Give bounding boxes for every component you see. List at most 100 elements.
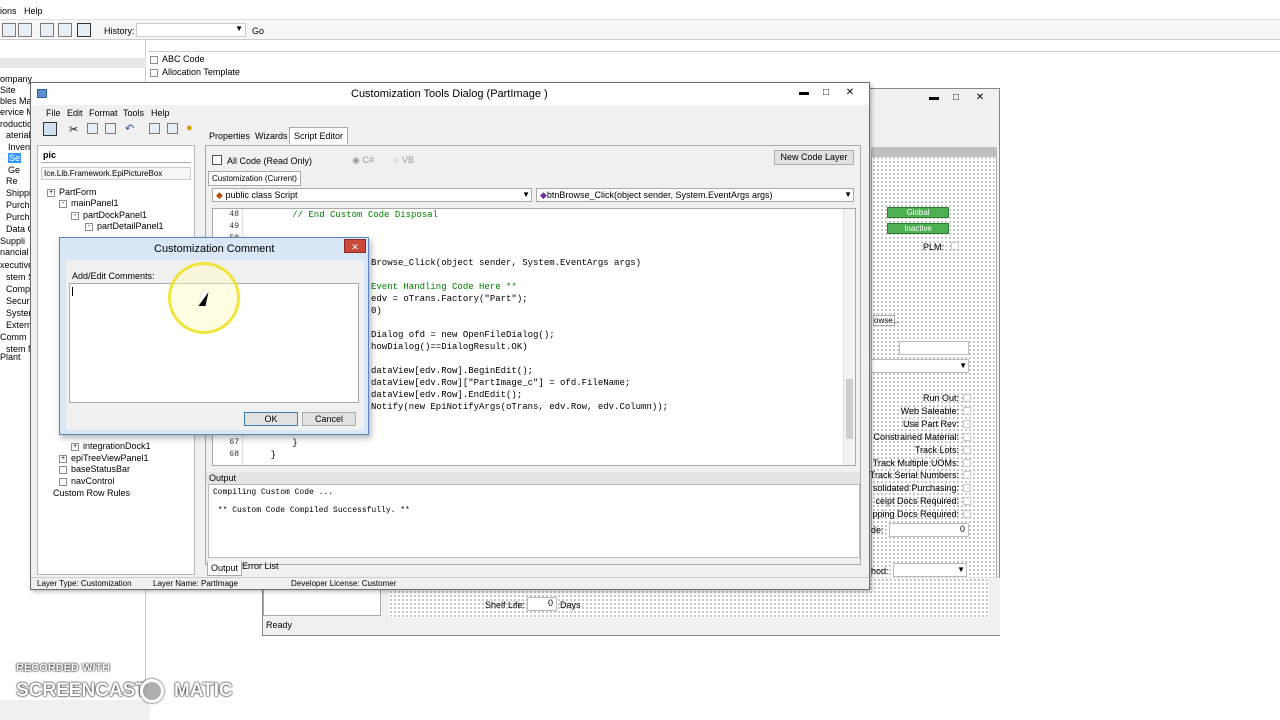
- plm-checkbox[interactable]: [951, 242, 959, 250]
- browse-button-fragment[interactable]: owse...: [873, 315, 899, 326]
- cut-icon[interactable]: ✂: [69, 123, 78, 136]
- de-field[interactable]: 0: [889, 523, 969, 537]
- preview-icon[interactable]: [167, 123, 178, 134]
- maximize-button[interactable]: □: [947, 91, 965, 105]
- close-button[interactable]: ✕: [344, 239, 366, 253]
- left-nav-item[interactable]: Invent: [8, 142, 33, 152]
- menu-item-help[interactable]: Help: [24, 6, 43, 16]
- ok-button[interactable]: OK: [244, 412, 298, 426]
- tree-node[interactable]: - mainPanel1: [59, 198, 119, 209]
- toolbar-icon-4[interactable]: [58, 23, 72, 37]
- app-menubar: ions Help: [0, 0, 1280, 20]
- left-nav-item[interactable]: xecutive: [0, 260, 33, 270]
- tab-output[interactable]: Output: [207, 561, 243, 576]
- paste-icon[interactable]: [105, 123, 116, 134]
- output-title: Output: [206, 472, 860, 484]
- chevron-down-icon: ▼: [959, 361, 967, 370]
- left-nav-item[interactable]: Ge: [8, 165, 20, 175]
- tree-node[interactable]: + integrationDock1: [71, 441, 151, 452]
- new-code-layer-button[interactable]: New Code Layer: [774, 150, 854, 165]
- left-nav-item[interactable]: Re: [6, 176, 18, 186]
- cancel-button[interactable]: Cancel: [302, 412, 356, 426]
- left-nav-item[interactable]: Se: [8, 153, 22, 163]
- left-nav-item[interactable]: Comm: [0, 332, 27, 342]
- toolbar-icon-2[interactable]: [18, 23, 32, 37]
- go-button[interactable]: Go: [252, 26, 264, 36]
- save-icon[interactable]: [43, 122, 57, 136]
- hod-dropdown[interactable]: ▼: [893, 563, 967, 577]
- tab-customization-current[interactable]: Customization (Current): [208, 171, 301, 186]
- tab-properties[interactable]: Properties: [207, 131, 252, 141]
- left-nav-item[interactable]: Securi: [6, 296, 32, 306]
- tree-node[interactable]: - partDockPanel1: [71, 210, 147, 221]
- undo-icon[interactable]: ↶: [125, 122, 134, 135]
- history-input[interactable]: ▼: [136, 23, 246, 37]
- radio-vb[interactable]: ○ VB: [394, 155, 414, 165]
- close-button[interactable]: ✕: [971, 91, 989, 105]
- list-item[interactable]: ABC Code: [150, 54, 205, 64]
- line-number: 48: [229, 210, 239, 219]
- text-field[interactable]: [899, 341, 969, 355]
- all-code-checkbox[interactable]: [212, 155, 222, 165]
- method-dropdown[interactable]: ◆btnBrowse_Click(object sender, System.E…: [536, 188, 854, 202]
- menu-edit[interactable]: Edit: [67, 108, 83, 118]
- toolbar-icon-1[interactable]: [2, 23, 16, 37]
- minimize-button[interactable]: ▬: [925, 91, 943, 105]
- address-strip: [148, 40, 1280, 52]
- close-button[interactable]: ✕: [841, 86, 859, 100]
- tree-node[interactable]: - partDetailPanel1: [85, 221, 164, 232]
- shelf-life-field[interactable]: 0: [527, 597, 557, 611]
- left-nav-item[interactable]: nancial: [0, 247, 29, 257]
- tab-wizards[interactable]: Wizards: [253, 131, 290, 141]
- checkbox[interactable]: [963, 445, 971, 454]
- left-nav-item[interactable]: Syster: [6, 308, 32, 318]
- tree-node[interactable]: baseStatusBar: [59, 464, 130, 475]
- code-scrollbar[interactable]: [843, 209, 855, 465]
- left-nav-item[interactable]: bles Ma: [0, 96, 32, 106]
- print-icon[interactable]: [149, 123, 160, 134]
- left-nav-company[interactable]: ompany: [0, 74, 32, 84]
- checkbox[interactable]: [963, 510, 971, 519]
- form-header-bar: [871, 147, 997, 157]
- menu-tools[interactable]: Tools: [123, 108, 144, 118]
- tree-node[interactable]: + epiTreeViewPanel1: [59, 453, 149, 464]
- tree-node[interactable]: navControl: [59, 476, 115, 487]
- checkbox[interactable]: [963, 458, 971, 467]
- menu-help[interactable]: Help: [151, 108, 170, 118]
- menu-format[interactable]: Format: [89, 108, 118, 118]
- checkbox[interactable]: [963, 497, 971, 506]
- left-nav-item[interactable]: ervice M: [0, 107, 34, 117]
- checkbox[interactable]: [963, 406, 971, 415]
- check-row: Constrained Material:: [863, 432, 971, 443]
- left-nav-item[interactable]: Plant: [0, 352, 21, 362]
- toolbar-icon-5[interactable]: [77, 23, 91, 37]
- radio-csharp[interactable]: ◉ C#: [352, 155, 374, 166]
- tree-node[interactable]: Custom Row Rules: [53, 488, 130, 499]
- tree-node[interactable]: + PartForm: [47, 187, 97, 198]
- checkbox[interactable]: [963, 394, 971, 402]
- checkbox[interactable]: [963, 419, 971, 428]
- copy-icon[interactable]: [87, 123, 98, 134]
- left-nav-item[interactable]: Extern: [6, 320, 32, 330]
- expand-toggle-icon: +: [47, 188, 55, 197]
- toolbar-icon-3[interactable]: [40, 23, 54, 37]
- maximize-button[interactable]: □: [817, 86, 835, 100]
- minimize-button[interactable]: ▬: [795, 86, 813, 100]
- tab-script-editor[interactable]: Script Editor: [289, 127, 349, 144]
- search-input[interactable]: pic: [41, 150, 191, 163]
- menu-item-options[interactable]: ions: [0, 6, 17, 16]
- checkbox[interactable]: [963, 432, 971, 441]
- left-nav-item[interactable]: Suppli: [0, 236, 25, 246]
- dropdown-field[interactable]: ▼: [871, 359, 969, 373]
- scroll-thumb[interactable]: [846, 379, 853, 439]
- checkbox[interactable]: [963, 471, 971, 480]
- list-item[interactable]: Allocation Template: [150, 67, 240, 77]
- menu-file[interactable]: File: [46, 108, 61, 118]
- left-nav-item[interactable]: Shippi: [6, 188, 31, 198]
- dialog-menubar: File Edit Format Tools Help: [31, 105, 869, 119]
- left-nav-item[interactable]: Site: [0, 85, 16, 95]
- tab-error-list[interactable]: Error List: [239, 559, 282, 573]
- help-icon[interactable]: ●: [186, 122, 193, 134]
- class-dropdown[interactable]: ◆ public class Script ▼: [212, 188, 532, 202]
- checkbox[interactable]: [963, 484, 971, 493]
